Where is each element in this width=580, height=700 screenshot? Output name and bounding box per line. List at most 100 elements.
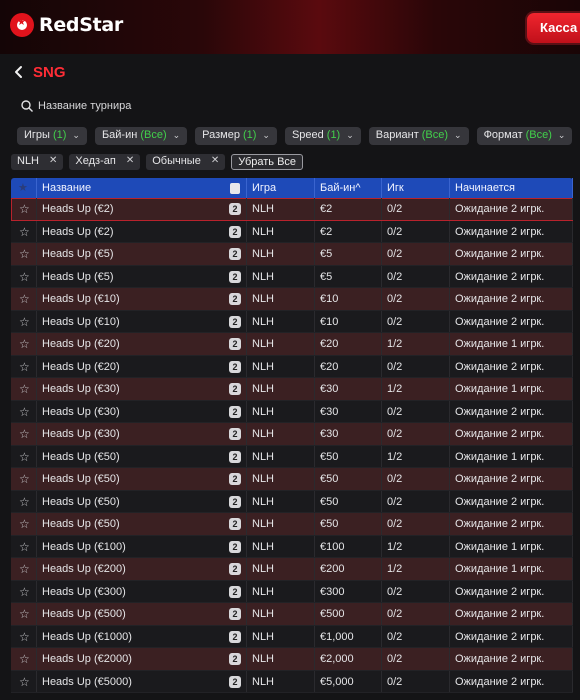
star-outline-icon[interactable]: ☆ <box>19 315 30 329</box>
star-outline-icon[interactable]: ☆ <box>19 630 30 644</box>
star-outline-icon[interactable]: ☆ <box>19 292 30 306</box>
star-outline-icon[interactable]: ☆ <box>19 270 30 284</box>
filter-buyin[interactable]: Бай-ин (Все) ⌄ <box>94 127 188 145</box>
table-row[interactable]: ☆ Heads Up (€30) 2 NLH €30 1/2 Ожидание 1 игрк… <box>11 378 573 401</box>
table-row[interactable]: ☆ Heads Up (€100) 2 NLH €100 1/2 Ожидание 1 иг… <box>11 535 573 558</box>
starts-cell: Ожидание 2 игрк. <box>450 400 573 422</box>
close-icon[interactable]: ✕ <box>211 155 219 170</box>
star-outline-icon[interactable]: ☆ <box>19 607 30 621</box>
table-row[interactable]: ☆ Heads Up (€10) 2 NLH €10 0/2 Ожидание 2 игрк… <box>11 288 573 311</box>
buyin-cell: €50 <box>315 513 382 535</box>
search-input[interactable] <box>38 97 338 115</box>
starts-cell: Ожидание 2 игрк. <box>450 670 573 692</box>
table-row[interactable]: ☆ Heads Up (€2) 2 NLH €2 0/2 Ожидание 2 игрк. <box>11 198 573 221</box>
star-outline-icon[interactable]: ☆ <box>19 202 30 216</box>
game-cell: NLH <box>247 265 315 287</box>
star-outline-icon[interactable]: ☆ <box>19 427 30 441</box>
players-cell: 1/2 <box>382 535 450 557</box>
players-cell: 0/2 <box>382 220 450 242</box>
filter-speed[interactable]: Speed (1) ⌄ <box>284 127 361 145</box>
favorite-column-header[interactable]: ★ <box>11 178 37 198</box>
name-cell: Heads Up (€5000) 2 <box>37 670 247 692</box>
favorite-cell: ☆ <box>11 288 37 310</box>
table-row[interactable]: ☆ Heads Up (€20) 2 NLH €20 0/2 Ожидание 2 игрк… <box>11 355 573 378</box>
star-outline-icon[interactable]: ☆ <box>19 585 30 599</box>
table-row[interactable]: ☆ Heads Up (€50) 2 NLH €50 0/2 Ожидание 2 игрк… <box>11 468 573 491</box>
column-buyin[interactable]: Бай-ин^ <box>315 178 382 198</box>
table-row[interactable]: ☆ Heads Up (€300) 2 NLH €300 0/2 Ожидание 2 иг… <box>11 580 573 603</box>
name-cell: Heads Up (€200) 2 <box>37 558 247 580</box>
game-cell: NLH <box>247 648 315 670</box>
star-outline-icon[interactable]: ☆ <box>19 360 30 374</box>
star-outline-icon[interactable]: ☆ <box>19 540 30 554</box>
filter-variant[interactable]: Вариант (Все) ⌄ <box>368 127 469 145</box>
filter-size[interactable]: Размер (1) ⌄ <box>195 127 277 145</box>
star-outline-icon[interactable]: ☆ <box>19 450 30 464</box>
star-outline-icon[interactable]: ☆ <box>19 382 30 396</box>
page-title: SNG <box>33 64 66 81</box>
buyin-cell: €50 <box>315 490 382 512</box>
column-players[interactable]: Игк <box>382 178 450 198</box>
star-outline-icon[interactable]: ☆ <box>19 517 30 531</box>
column-name[interactable]: Название <box>37 178 247 198</box>
close-icon[interactable]: ✕ <box>49 155 57 170</box>
star-outline-icon[interactable]: ☆ <box>19 405 30 419</box>
star-outline-icon[interactable]: ☆ <box>19 675 30 689</box>
table-row[interactable]: ☆ Heads Up (€5000) 2 NLH €5,000 0/2 Ожидание 2… <box>11 670 573 693</box>
seats-badge: 2 <box>229 495 241 508</box>
table-row[interactable]: ☆ Heads Up (€10) 2 NLH €10 0/2 Ожидание 2 игрк… <box>11 310 573 333</box>
star-outline-icon[interactable]: ☆ <box>19 495 30 509</box>
star-outline-icon[interactable]: ☆ <box>19 247 30 261</box>
redstar-logo[interactable]: RedStar <box>10 13 123 37</box>
column-game[interactable]: Игра <box>247 178 315 198</box>
starts-cell: Ожидание 2 игрк. <box>450 310 573 332</box>
game-cell: NLH <box>247 558 315 580</box>
game-cell: NLH <box>247 580 315 602</box>
star-outline-icon[interactable]: ☆ <box>19 562 30 576</box>
table-row[interactable]: ☆ Heads Up (€2) 2 NLH €2 0/2 Ожидание 2 игрк. <box>11 220 573 243</box>
search-icon <box>21 100 33 112</box>
clear-all-button[interactable]: Убрать Все <box>231 154 304 170</box>
table-row[interactable]: ☆ Heads Up (€500) 2 NLH €500 0/2 Ожидание 2 иг… <box>11 603 573 626</box>
seats-badge: 2 <box>229 203 241 215</box>
star-outline-icon[interactable]: ☆ <box>19 337 30 351</box>
favorite-cell: ☆ <box>11 648 37 670</box>
table-row[interactable]: ☆ Heads Up (€5) 2 NLH €5 0/2 Ожидание 2 игрк. <box>11 265 573 288</box>
seats-badge: 2 <box>229 248 241 260</box>
buyin-cell: €30 <box>315 378 382 400</box>
table-row[interactable]: ☆ Heads Up (€50) 2 NLH €50 1/2 Ожидание 1 игрк… <box>11 445 573 468</box>
tag-regular[interactable]: Обычные ✕ <box>146 154 226 170</box>
table-row[interactable]: ☆ Heads Up (€20) 2 NLH €20 1/2 Ожидание 1 игрк… <box>11 333 573 356</box>
table-row[interactable]: ☆ Heads Up (€30) 2 NLH €30 0/2 Ожидание 2 игрк… <box>11 400 573 423</box>
star-outline-icon[interactable]: ☆ <box>19 652 30 666</box>
star-outline-icon[interactable]: ☆ <box>19 472 30 486</box>
filter-games[interactable]: Игры (1) ⌄ <box>17 127 87 145</box>
table-row[interactable]: ☆ Heads Up (€5) 2 NLH €5 0/2 Ожидание 2 игрк. <box>11 243 573 266</box>
name-cell: Heads Up (€50) 2 <box>37 445 247 467</box>
table-row[interactable]: ☆ Heads Up (€2000) 2 NLH €2,000 0/2 Ожидание 2… <box>11 648 573 671</box>
column-starts[interactable]: Начинается <box>450 178 573 198</box>
buyin-cell: €5 <box>315 243 382 265</box>
close-icon[interactable]: ✕ <box>126 155 134 170</box>
game-cell: NLH <box>247 333 315 355</box>
name-cell: Heads Up (€100) 2 <box>37 535 247 557</box>
table-row[interactable]: ☆ Heads Up (€30) 2 NLH €30 0/2 Ожидание 2 игрк… <box>11 423 573 446</box>
favorite-cell: ☆ <box>11 468 37 490</box>
players-cell: 0/2 <box>382 400 450 422</box>
tag-heads-up[interactable]: Хедз-ап ✕ <box>69 154 141 170</box>
cashier-button[interactable]: Касса <box>527 13 580 43</box>
back-arrow-icon[interactable] <box>12 64 26 80</box>
table-row[interactable]: ☆ Heads Up (€1000) 2 NLH €1,000 0/2 Ожидание 2… <box>11 625 573 648</box>
players-cell: 0/2 <box>382 355 450 377</box>
table-row[interactable]: ☆ Heads Up (€50) 2 NLH €50 0/2 Ожидание 2 игрк… <box>11 490 573 513</box>
buyin-cell: €10 <box>315 288 382 310</box>
tag-nlh[interactable]: NLH ✕ <box>11 154 64 170</box>
game-cell: NLH <box>247 378 315 400</box>
table-row[interactable]: ☆ Heads Up (€50) 2 NLH €50 0/2 Ожидание 2 игрк… <box>11 513 573 536</box>
table-row[interactable]: ☆ Heads Up (€200) 2 NLH €200 1/2 Ожидание 1 иг… <box>11 558 573 581</box>
filter-format[interactable]: Формат (Все) ⌄ <box>476 127 573 145</box>
seat-icon <box>230 183 240 194</box>
buyin-cell: €200 <box>315 558 382 580</box>
star-outline-icon[interactable]: ☆ <box>19 225 30 239</box>
buyin-cell: €300 <box>315 580 382 602</box>
